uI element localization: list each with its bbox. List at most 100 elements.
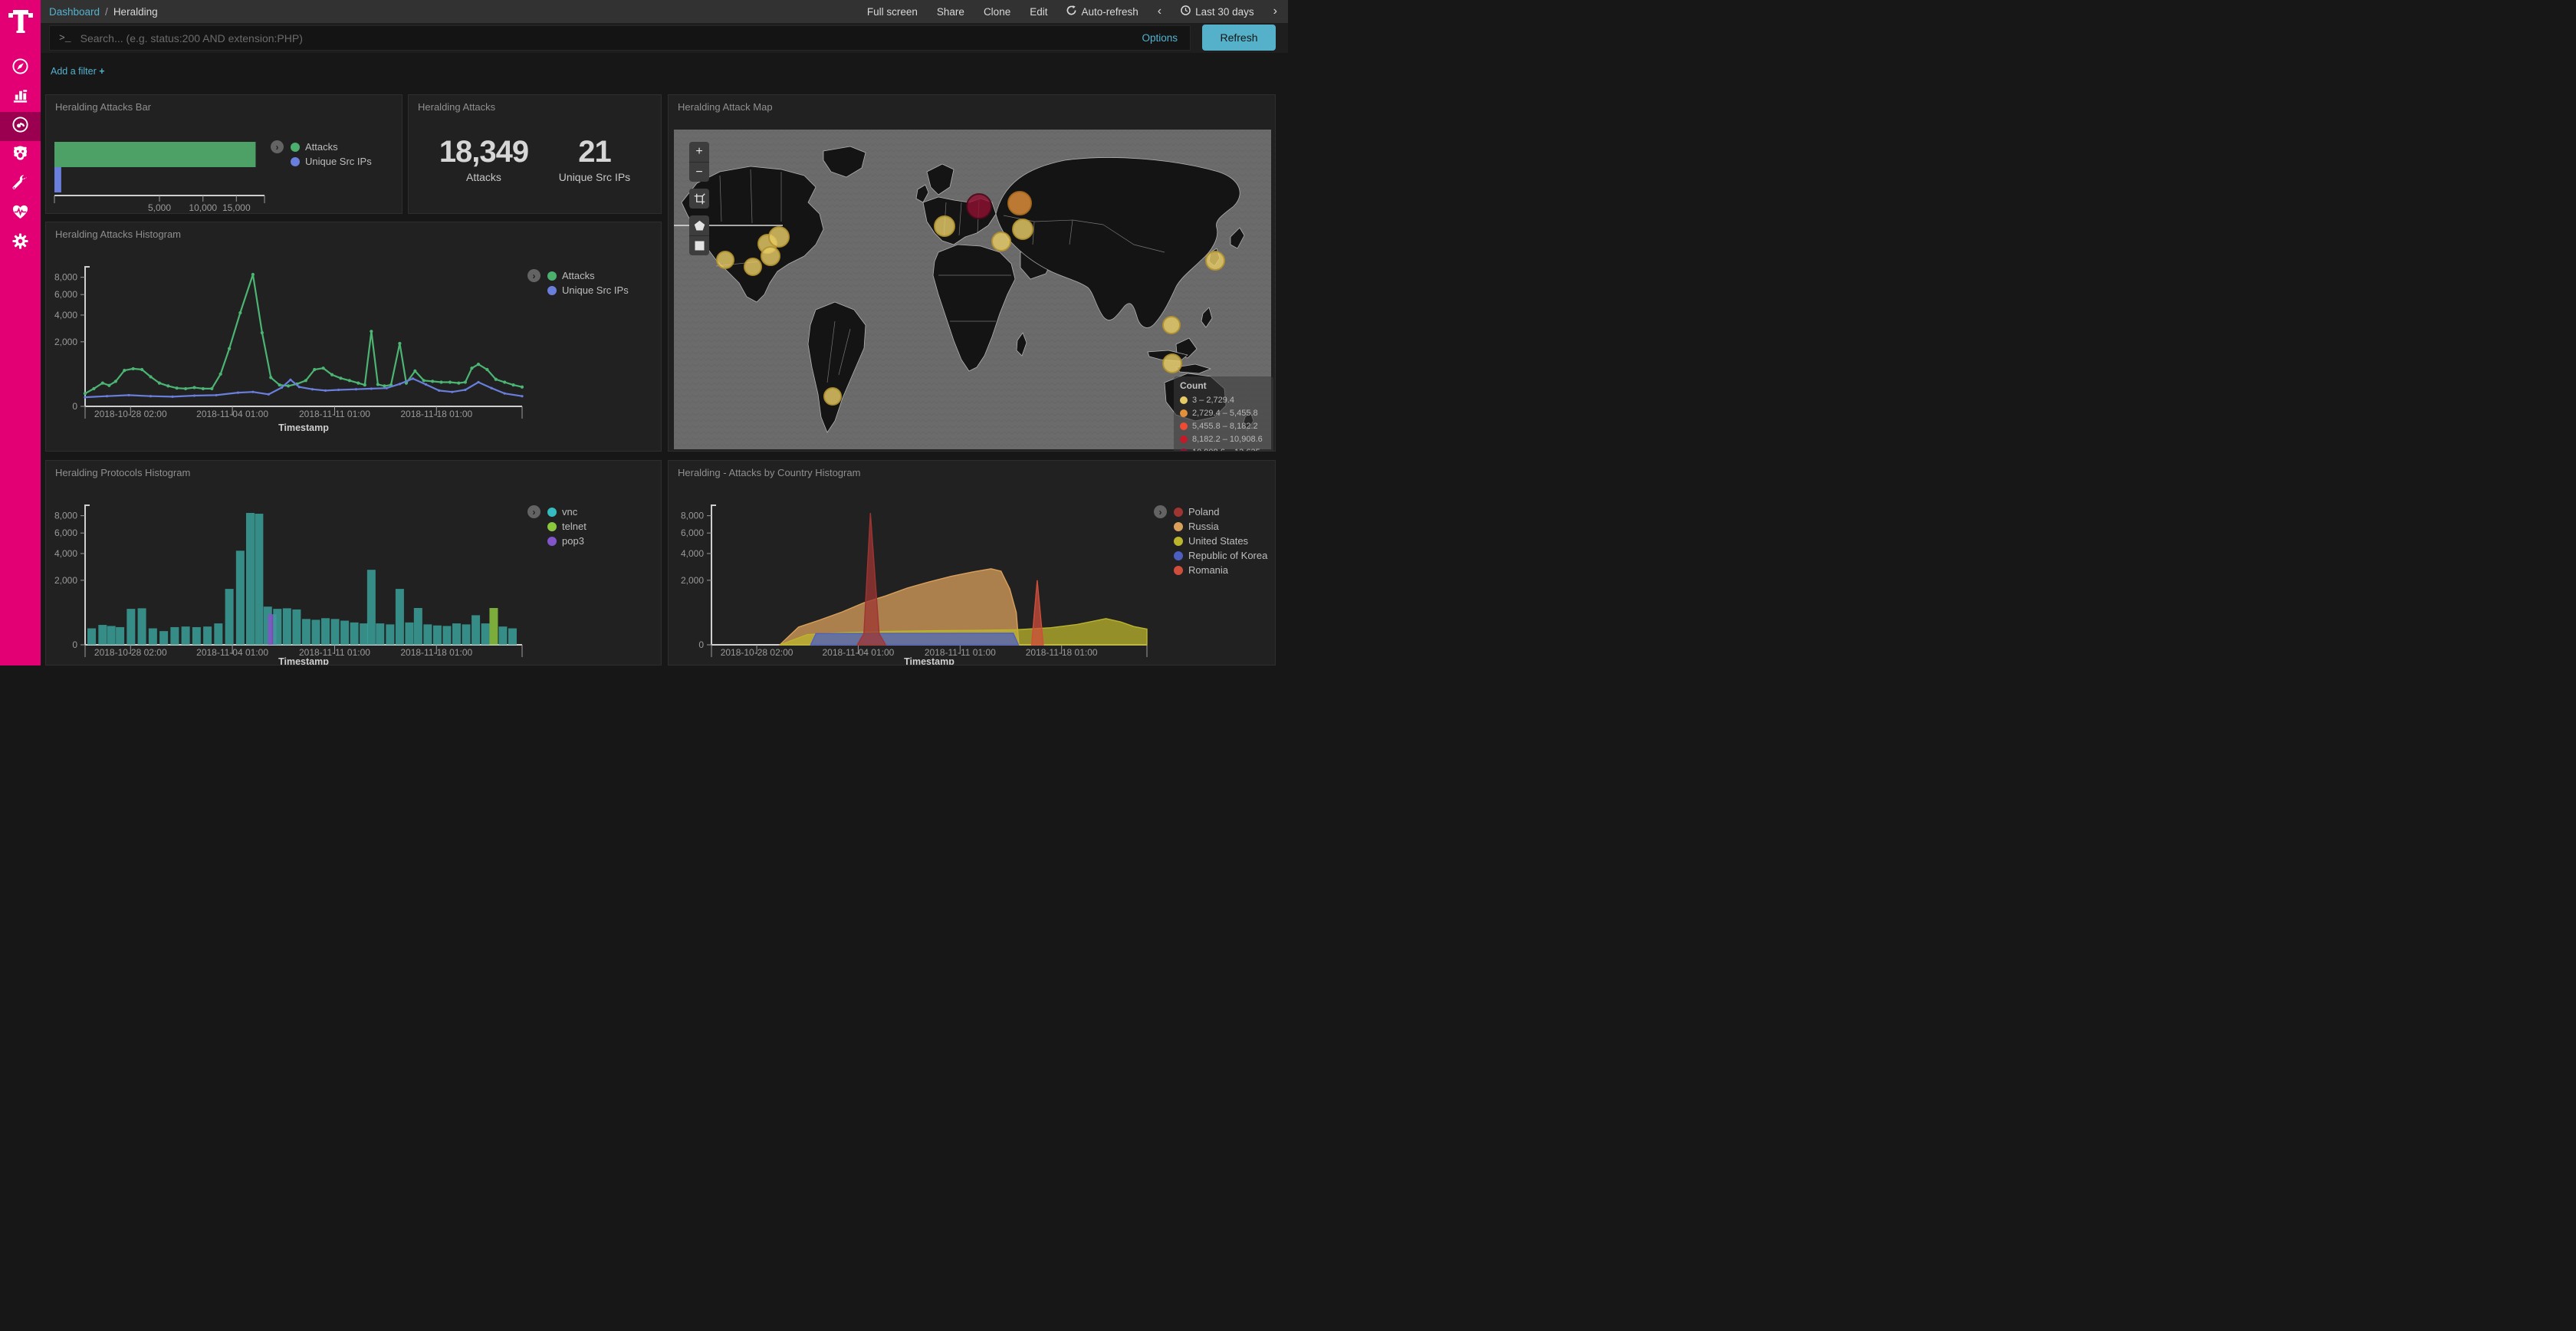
legend-label: Attacks bbox=[305, 141, 338, 153]
attack-origin-marker[interactable] bbox=[1013, 219, 1033, 239]
attack-origin-marker[interactable] bbox=[992, 232, 1010, 251]
svg-text:4,000: 4,000 bbox=[54, 310, 77, 320]
attack-origin-marker[interactable] bbox=[824, 388, 841, 405]
legend-item[interactable]: pop3 bbox=[547, 534, 586, 548]
legend-item[interactable]: Attacks bbox=[291, 140, 372, 154]
attacks-histogram-chart[interactable]: 02,0004,0006,0008,0002018-10-28 02:00201… bbox=[46, 222, 662, 452]
map-zoom-controls: + − bbox=[689, 142, 709, 182]
legend-toggle-icon[interactable]: › bbox=[527, 505, 540, 518]
search-row: >_ Options Refresh bbox=[41, 23, 1288, 53]
legend-item[interactable]: Attacks bbox=[547, 268, 629, 283]
attack-origin-marker[interactable] bbox=[1206, 251, 1224, 270]
legend-item[interactable]: Romania bbox=[1174, 563, 1267, 577]
count-bucket-dot bbox=[1180, 422, 1188, 430]
zoom-out-button[interactable]: − bbox=[689, 162, 709, 182]
top-nav: Dashboard / Heralding Full screen Share … bbox=[41, 0, 1288, 23]
panel-title: Heralding Attacks Bar bbox=[55, 101, 151, 113]
svg-text:2018-11-18 01:00: 2018-11-18 01:00 bbox=[400, 647, 472, 658]
time-forward-button[interactable]: › bbox=[1273, 5, 1277, 18]
svg-text:8,000: 8,000 bbox=[54, 272, 77, 283]
rectangle-draw-icon[interactable] bbox=[689, 235, 709, 255]
legend: › Attacks Unique Src IPs bbox=[527, 268, 629, 297]
legend-toggle-icon[interactable]: › bbox=[271, 140, 284, 153]
map-count-legend: Count 3 – 2,729.42,729.4 – 5,455.85,455.… bbox=[1174, 376, 1273, 452]
full-screen-button[interactable]: Full screen bbox=[867, 6, 918, 18]
time-back-button[interactable]: ‹ bbox=[1158, 5, 1162, 18]
legend-item[interactable]: vnc bbox=[547, 504, 586, 519]
sidebar-item-dashboard[interactable] bbox=[0, 112, 41, 141]
crop-icon[interactable] bbox=[689, 189, 709, 209]
panel-title: Heralding Attack Map bbox=[678, 101, 773, 113]
search-input[interactable] bbox=[80, 32, 1142, 44]
attack-origin-marker[interactable] bbox=[717, 251, 734, 268]
terminal-prompt-icon: >_ bbox=[59, 32, 71, 44]
legend-label: Attacks bbox=[562, 270, 595, 281]
legend-item[interactable]: telnet bbox=[547, 519, 586, 534]
telekom-logo[interactable] bbox=[8, 7, 33, 35]
count-legend-title: Count bbox=[1180, 380, 1267, 391]
legend-item[interactable]: Unique Src IPs bbox=[547, 283, 629, 297]
legend-toggle-icon[interactable]: › bbox=[527, 269, 540, 282]
attack-origin-marker[interactable] bbox=[935, 216, 955, 236]
count-legend-row: 8,182.2 – 10,908.6 bbox=[1180, 432, 1267, 445]
legend-item[interactable]: Unique Src IPs bbox=[291, 154, 372, 169]
legend: › AttacksUnique Src IPs bbox=[271, 140, 372, 169]
refresh-button[interactable]: Refresh bbox=[1202, 25, 1276, 51]
svg-text:6,000: 6,000 bbox=[54, 527, 77, 538]
map-draw-controls bbox=[689, 215, 709, 255]
breadcrumb-current: Heralding bbox=[113, 6, 158, 18]
query-bar: >_ Options bbox=[49, 25, 1191, 51]
add-filter-link[interactable]: Add a filter + bbox=[51, 66, 105, 77]
legend-label: Russia bbox=[1188, 521, 1219, 532]
options-link[interactable]: Options bbox=[1142, 32, 1178, 44]
protocols-histogram-chart[interactable]: 02,0004,0006,0008,0002018-10-28 02:00201… bbox=[46, 461, 662, 666]
breadcrumb-dashboard-link[interactable]: Dashboard bbox=[49, 6, 100, 18]
sidebar-item-management[interactable] bbox=[0, 228, 41, 258]
legend-item[interactable]: Poland bbox=[1174, 504, 1267, 519]
metric-label: Attacks bbox=[439, 171, 528, 183]
sidebar-item-timelion[interactable] bbox=[0, 141, 41, 170]
time-range-picker[interactable]: Last 30 days bbox=[1181, 5, 1254, 18]
svg-text:6,000: 6,000 bbox=[54, 289, 77, 300]
svg-text:10,000: 10,000 bbox=[189, 202, 217, 213]
legend-toggle-icon[interactable]: › bbox=[1154, 505, 1167, 518]
sidebar-item-visualize[interactable] bbox=[0, 83, 41, 112]
sidebar-item-dev-tools[interactable] bbox=[0, 170, 41, 199]
legend-color-dot bbox=[1174, 508, 1183, 517]
count-bucket-label: 3 – 2,729.4 bbox=[1192, 396, 1234, 405]
legend-item[interactable]: Republic of Korea bbox=[1174, 548, 1267, 563]
legend-item[interactable]: United States bbox=[1174, 534, 1267, 548]
legend-color-dot bbox=[547, 522, 557, 531]
wrench-icon bbox=[12, 174, 29, 196]
svg-text:4,000: 4,000 bbox=[54, 548, 77, 559]
auto-refresh-button[interactable]: Auto-refresh bbox=[1066, 5, 1138, 18]
legend-label: telnet bbox=[562, 521, 586, 532]
attack-origin-marker[interactable] bbox=[1008, 192, 1031, 215]
svg-text:8,000: 8,000 bbox=[681, 511, 704, 521]
attack-origin-marker[interactable] bbox=[967, 194, 991, 219]
svg-text:4,000: 4,000 bbox=[681, 548, 704, 559]
svg-text:0: 0 bbox=[72, 639, 77, 650]
attack-origin-marker[interactable] bbox=[1163, 354, 1181, 373]
legend-color-dot bbox=[547, 508, 557, 517]
attack-origin-marker[interactable] bbox=[1163, 317, 1180, 334]
svg-text:2018-11-04 01:00: 2018-11-04 01:00 bbox=[196, 647, 268, 658]
svg-text:5,000: 5,000 bbox=[148, 202, 171, 213]
world-map[interactable]: + − Count 3 – 2,729.42,729.4 – 5,455.85,… bbox=[674, 130, 1271, 449]
zoom-in-button[interactable]: + bbox=[689, 142, 709, 162]
legend-color-dot bbox=[1174, 522, 1183, 531]
panel-country-histogram: Heralding - Attacks by Country Histogram… bbox=[668, 460, 1276, 666]
sidebar-item-discover[interactable] bbox=[0, 54, 41, 83]
svg-text:0: 0 bbox=[698, 639, 704, 650]
clone-button[interactable]: Clone bbox=[984, 6, 1010, 18]
attack-origin-marker[interactable] bbox=[761, 247, 780, 265]
sidebar-item-monitoring[interactable] bbox=[0, 199, 41, 228]
count-bucket-label: 8,182.2 – 10,908.6 bbox=[1192, 435, 1263, 444]
share-button[interactable]: Share bbox=[937, 6, 964, 18]
edit-button[interactable]: Edit bbox=[1030, 6, 1047, 18]
attack-origin-marker[interactable] bbox=[769, 227, 789, 247]
svg-text:Timestamp: Timestamp bbox=[278, 656, 329, 666]
polygon-draw-icon[interactable] bbox=[689, 215, 709, 235]
legend-item[interactable]: Russia bbox=[1174, 519, 1267, 534]
attack-origin-marker[interactable] bbox=[744, 258, 761, 275]
